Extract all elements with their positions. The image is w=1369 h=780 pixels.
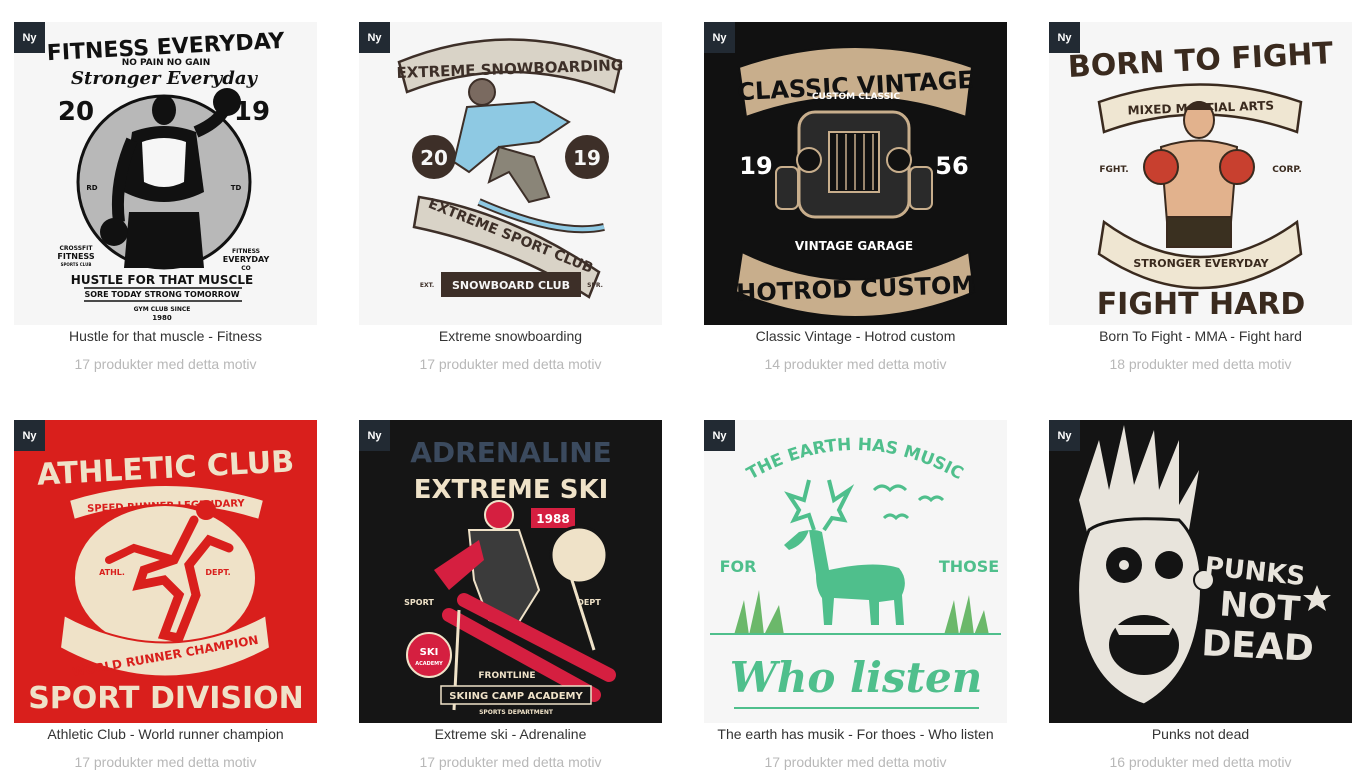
svg-text:THOSE: THOSE <box>939 557 999 576</box>
product-image[interactable]: ADRENALINE EXTREME SKI 1988 SPORT DEPT S… <box>359 420 662 723</box>
new-badge: Ny <box>359 22 390 53</box>
svg-text:Stronger Everyday: Stronger Everyday <box>71 68 259 89</box>
svg-text:TD: TD <box>231 184 242 192</box>
new-badge: Ny <box>1049 22 1080 53</box>
product-count: 17 produkter med detta motiv <box>419 356 602 372</box>
product-count: 14 produkter med detta motiv <box>764 356 947 372</box>
svg-text:20: 20 <box>58 97 94 127</box>
svg-text:ATHL.: ATHL. <box>99 568 125 577</box>
product-title[interactable]: Extreme snowboarding <box>339 328 682 344</box>
svg-text:RD: RD <box>86 184 97 192</box>
svg-text:SKIING CAMP ACADEMY: SKIING CAMP ACADEMY <box>449 691 583 702</box>
svg-text:SPORT: SPORT <box>404 598 434 607</box>
svg-text:DEAD: DEAD <box>1200 623 1314 670</box>
deer-design-image: THE EARTH HAS MUSIC FOR THOSE Who listen <box>704 420 1007 723</box>
ski-design-image: ADRENALINE EXTREME SKI 1988 SPORT DEPT S… <box>359 420 662 723</box>
fitness-design-image: FITNESS EVERYDAY NO PAIN NO GAIN Stronge… <box>14 22 317 325</box>
svg-text:NOT: NOT <box>1218 584 1302 630</box>
svg-text:HUSTLE FOR THAT MUSCLE: HUSTLE FOR THAT MUSCLE <box>71 273 253 287</box>
svg-text:FGHT.: FGHT. <box>1099 165 1128 175</box>
svg-text:SPORTS CLUB: SPORTS CLUB <box>61 262 92 267</box>
new-badge: Ny <box>704 22 735 53</box>
product-count: 17 produkter med detta motiv <box>74 754 257 770</box>
product-title[interactable]: Born To Fight - MMA - Fight hard <box>1029 328 1369 344</box>
svg-text:SKI: SKI <box>420 647 439 658</box>
svg-text:EXT.: EXT. <box>420 282 434 289</box>
product-count: 18 produkter med detta motiv <box>1109 356 1292 372</box>
svg-text:SPORTS DEPARTMENT: SPORTS DEPARTMENT <box>479 709 554 716</box>
svg-text:CORP.: CORP. <box>1272 165 1302 175</box>
svg-text:ADRENALINE: ADRENALINE <box>410 436 612 469</box>
svg-text:CO: CO <box>241 265 251 272</box>
svg-text:ACADEMY: ACADEMY <box>415 661 443 667</box>
product-title[interactable]: Punks not dead <box>1029 726 1369 742</box>
new-badge: Ny <box>704 420 735 451</box>
svg-text:1988: 1988 <box>536 512 569 526</box>
product-count: 17 produkter med detta motiv <box>764 754 947 770</box>
product-image[interactable]: EXTREME SNOWBOARDING 20 19 EXTREME SPORT… <box>359 22 662 325</box>
product-image[interactable]: FITNESS EVERYDAY NO PAIN NO GAIN Stronge… <box>14 22 317 325</box>
svg-text:EVERYDAY: EVERYDAY <box>223 255 270 264</box>
product-image[interactable]: PUNKS NOT DEAD Ny <box>1049 420 1352 723</box>
svg-text:SNOWBOARD CLUB: SNOWBOARD CLUB <box>452 279 570 292</box>
product-title[interactable]: The earth has musik - For thoes - Who li… <box>684 726 1027 742</box>
product-count: 16 produkter med detta motiv <box>1109 754 1292 770</box>
svg-text:VINTAGE GARAGE: VINTAGE GARAGE <box>795 239 913 253</box>
svg-text:1980: 1980 <box>152 314 172 322</box>
svg-text:SPORT DIVISION: SPORT DIVISION <box>28 681 304 716</box>
svg-text:NO PAIN NO GAIN: NO PAIN NO GAIN <box>122 58 211 68</box>
product-title[interactable]: Athletic Club - World runner champion <box>0 726 337 742</box>
product-title[interactable]: Extreme ski - Adrenaline <box>339 726 682 742</box>
svg-text:STRONGER EVERYDAY: STRONGER EVERYDAY <box>1133 257 1269 270</box>
new-badge: Ny <box>14 22 45 53</box>
svg-text:20: 20 <box>420 146 448 170</box>
hotrod-design-image: CLASSIC VINTAGE CUSTOM CLASSIC 19 56 VIN… <box>704 22 1007 325</box>
new-badge: Ny <box>1049 420 1080 451</box>
svg-text:CROSSFIT: CROSSFIT <box>60 245 94 252</box>
svg-text:SPR.: SPR. <box>587 282 603 289</box>
svg-text:FIGHT HARD: FIGHT HARD <box>1097 287 1306 322</box>
mma-design-image: BORN TO FIGHT MIXED MARTIAL ARTS FGHT. C… <box>1049 22 1352 325</box>
product-image[interactable]: BORN TO FIGHT MIXED MARTIAL ARTS FGHT. C… <box>1049 22 1352 325</box>
product-title[interactable]: Classic Vintage - Hotrod custom <box>684 328 1027 344</box>
svg-text:Who listen: Who listen <box>730 653 983 702</box>
svg-text:EXTREME SKI: EXTREME SKI <box>414 475 609 505</box>
svg-text:FITNESS: FITNESS <box>57 252 94 261</box>
product-image[interactable]: CLASSIC VINTAGE CUSTOM CLASSIC 19 56 VIN… <box>704 22 1007 325</box>
svg-text:DEPT.: DEPT. <box>205 568 230 577</box>
svg-text:19: 19 <box>739 152 772 180</box>
athletic-design-image: ATHLETIC CLUB SPEED RUNNER LEGENDARY ATH… <box>14 420 317 723</box>
product-title[interactable]: Hustle for that muscle - Fitness <box>0 328 337 344</box>
svg-text:CUSTOM CLASSIC: CUSTOM CLASSIC <box>812 92 900 102</box>
product-count: 17 produkter med detta motiv <box>74 356 257 372</box>
new-badge: Ny <box>359 420 390 451</box>
svg-text:19: 19 <box>573 146 601 170</box>
product-image[interactable]: THE EARTH HAS MUSIC FOR THOSE Who listen… <box>704 420 1007 723</box>
svg-text:GYM CLUB SINCE: GYM CLUB SINCE <box>134 306 191 313</box>
svg-text:FITNESS: FITNESS <box>232 248 260 255</box>
svg-text:SORE TODAY STRONG TOMORROW: SORE TODAY STRONG TOMORROW <box>84 290 239 299</box>
punk-design-image: PUNKS NOT DEAD <box>1049 420 1352 723</box>
new-badge: Ny <box>14 420 45 451</box>
product-count: 17 produkter med detta motiv <box>419 754 602 770</box>
svg-text:FRONTLINE: FRONTLINE <box>478 671 535 681</box>
product-image[interactable]: ATHLETIC CLUB SPEED RUNNER LEGENDARY ATH… <box>14 420 317 723</box>
snowboard-design-image: EXTREME SNOWBOARDING 20 19 EXTREME SPORT… <box>359 22 662 325</box>
svg-text:56: 56 <box>935 152 968 180</box>
svg-text:FOR: FOR <box>720 557 757 576</box>
